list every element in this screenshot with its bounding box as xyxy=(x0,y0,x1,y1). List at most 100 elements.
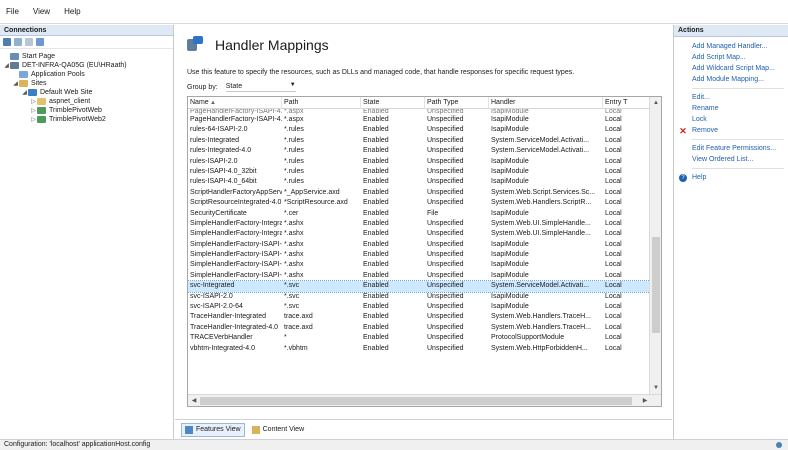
table-cell: Local xyxy=(605,271,622,279)
action-icon-spacer xyxy=(678,155,688,165)
vertical-scrollbar[interactable]: ▲ ▼ xyxy=(649,97,661,394)
group-by-select[interactable]: State ▼ xyxy=(225,82,296,92)
tree-node[interactable]: ▷ TrimblePivotWeb xyxy=(0,106,173,115)
action-remove[interactable]: ✕ Remove xyxy=(674,125,788,136)
tree-node[interactable]: ▷ TrimblePivotWeb2 xyxy=(0,115,173,124)
tree-node[interactable]: ▷ aspnet_client xyxy=(0,97,173,106)
table-row[interactable]: TRACEVerbHandler * Enabled Unspecified Proto… xyxy=(188,333,650,343)
action-label: Edit... xyxy=(692,94,710,101)
menu-help[interactable]: Help xyxy=(64,7,80,16)
table-cell: Local xyxy=(605,147,622,155)
table-row[interactable]: SimpleHandlerFactory-ISAPI-4... *.ashx Ena… xyxy=(188,260,650,270)
table-row[interactable]: SimpleHandlerFactory-ISAPI-2.0 *.ashx Enab… xyxy=(188,240,650,250)
table-cell: Local xyxy=(605,261,622,269)
column-header-path-type[interactable]: Path Type xyxy=(425,97,489,109)
column-header-name[interactable]: Name ▲ xyxy=(188,97,282,109)
table-cell: Unspecified xyxy=(427,126,464,134)
actions-panel: Actions Add Managed Handler... Add Script… xyxy=(673,25,788,439)
column-header-handler[interactable]: Handler xyxy=(489,97,603,109)
action-edit-feature-permissions[interactable]: Edit Feature Permissions... xyxy=(674,143,788,154)
tree-node[interactable]: ◢ Sites xyxy=(0,79,173,88)
table-cell: IsapiModule xyxy=(491,271,529,279)
connect-icon[interactable] xyxy=(3,38,11,46)
expand-toggle-icon[interactable]: ▷ xyxy=(30,107,37,114)
horizontal-scrollbar[interactable]: ◀ ▶ xyxy=(188,394,661,406)
column-header-entry-type[interactable]: Entry T xyxy=(603,97,650,109)
save-icon[interactable] xyxy=(14,38,22,46)
tab-content-view[interactable]: Content View xyxy=(249,424,308,436)
action-help[interactable]: ? Help xyxy=(674,172,788,183)
tree-node[interactable]: ◢ Default Web Site xyxy=(0,88,173,97)
table-cell: Unspecified xyxy=(427,251,464,259)
scroll-down-icon[interactable]: ▼ xyxy=(650,382,661,394)
table-cell: Unspecified xyxy=(427,292,464,300)
expand-toggle-icon[interactable]: ▷ xyxy=(30,98,37,105)
action-rename[interactable]: Rename xyxy=(674,103,788,114)
table-row[interactable]: SimpleHandlerFactory-Integra... *.ashx Ena… xyxy=(188,219,650,229)
connections-tree: Start Page ◢ DET-INFRA-QA05G (EU\HRaath) Ap… xyxy=(0,49,173,124)
connect-server-icon[interactable] xyxy=(36,38,44,46)
table-cell: Enabled xyxy=(363,251,389,259)
table-cell: SimpleHandlerFactory-ISAPI-2... xyxy=(190,251,282,259)
table-cell: Unspecified xyxy=(427,230,464,238)
table-cell: Local xyxy=(605,209,622,217)
table-row[interactable]: TraceHandler-Integrated trace.axd Enabled U… xyxy=(188,312,650,322)
column-header-state[interactable]: State xyxy=(361,97,425,109)
table-row[interactable]: SimpleHandlerFactory-Integra... *.ashx Ena… xyxy=(188,229,650,239)
table-row[interactable]: rules-Integrated *.rules Enabled Unspecifie… xyxy=(188,136,650,146)
table-cell: ProtocolSupportModule xyxy=(491,334,565,342)
action-add-module-mapping[interactable]: Add Module Mapping... xyxy=(674,74,788,85)
action-add-wildcard-script-map[interactable]: Add Wildcard Script Map... xyxy=(674,63,788,74)
scroll-up-icon[interactable]: ▲ xyxy=(650,97,661,109)
action-add-managed-handler[interactable]: Add Managed Handler... xyxy=(674,41,788,52)
table-row[interactable]: SimpleHandlerFactory-ISAPI-4... *.ashx Ena… xyxy=(188,271,650,281)
tree-node-label: Start Page xyxy=(22,53,56,60)
table-row[interactable]: SimpleHandlerFactory-ISAPI-2... *.ashx Ena… xyxy=(188,250,650,260)
table-row[interactable]: ScriptHandlerFactoryAppServi... *_AppServ… xyxy=(188,188,650,198)
table-row[interactable]: rules-ISAPI-4.0_32bit *.rules Enabled Unspe… xyxy=(188,167,650,177)
menu-view[interactable]: View xyxy=(33,7,50,16)
table-row[interactable]: svc-ISAPI-2.0-64 *.svc Enabled Unspecified I… xyxy=(188,302,650,312)
expand-toggle-icon[interactable]: ▷ xyxy=(30,116,37,123)
table-row[interactable]: rules-ISAPI-2.0 *.rules Enabled Unspecified… xyxy=(188,157,650,167)
expand-toggle-icon[interactable]: ◢ xyxy=(21,89,28,96)
table-cell: *.ashx xyxy=(284,271,304,279)
scroll-right-icon[interactable]: ▶ xyxy=(640,395,650,406)
tree-node[interactable]: ◢ DET-INFRA-QA05G (EU\HRaath) xyxy=(0,61,173,70)
table-cell: Local xyxy=(605,323,622,331)
table-cell: Enabled xyxy=(363,126,389,134)
action-view-ordered-list[interactable]: View Ordered List... xyxy=(674,154,788,165)
horizontal-scroll-thumb[interactable] xyxy=(200,397,632,405)
table-row[interactable]: rules-64-ISAPI-2.0 *.rules Enabled Unspecif… xyxy=(188,125,650,135)
table-cell: Local xyxy=(605,303,622,311)
column-header-path[interactable]: Path xyxy=(282,97,361,109)
action-add-script-map[interactable]: Add Script Map... xyxy=(674,52,788,63)
table-cell: Unspecified xyxy=(427,167,464,175)
table-row[interactable]: ScriptResourceIntegrated-4.0 *ScriptResou… xyxy=(188,198,650,208)
table-row[interactable]: svc-Integrated *.svc Enabled Unspecified Sys… xyxy=(188,280,651,293)
tree-node-label: Default Web Site xyxy=(40,89,93,96)
scroll-thumb[interactable] xyxy=(652,237,660,333)
table-cell: Local xyxy=(605,136,622,144)
table-row[interactable]: rules-ISAPI-4.0_64bit *.rules Enabled Unspe… xyxy=(188,177,650,187)
scroll-left-icon[interactable]: ◀ xyxy=(189,395,199,406)
menu-file[interactable]: File xyxy=(6,7,19,16)
tree-node[interactable]: Start Page xyxy=(0,52,173,61)
table-row[interactable]: svc-ISAPI-2.0 *.svc Enabled Unspecified Isap… xyxy=(188,292,650,302)
expand-toggle-icon[interactable]: ◢ xyxy=(3,62,10,69)
table-cell: Enabled xyxy=(363,334,389,342)
refresh-icon[interactable] xyxy=(25,38,33,46)
table-cell: svc-Integrated xyxy=(190,282,235,290)
table-row[interactable]: TraceHandler-Integrated-4.0 trace.axd Enab… xyxy=(188,323,650,333)
table-row[interactable]: SecurityCertificate *.cer Enabled File Isapi… xyxy=(188,209,650,219)
expand-toggle-icon[interactable]: ◢ xyxy=(12,80,19,87)
table-row[interactable]: vbhtm-Integrated-4.0 *.vbhtm Enabled Unspec… xyxy=(188,344,650,354)
table-row[interactable]: PageHandlerFactory-ISAPI-4.0...*.aspx Ena… xyxy=(188,115,650,125)
page-description: Use this feature to specify the resource… xyxy=(187,69,575,76)
tab-features-view[interactable]: Features View xyxy=(181,422,245,437)
table-cell: Unspecified xyxy=(427,178,464,186)
table-row[interactable]: rules-Integrated-4.0 *.rules Enabled Unspec… xyxy=(188,146,650,156)
action-edit[interactable]: Edit... xyxy=(674,92,788,103)
action-lock[interactable]: Lock xyxy=(674,114,788,125)
tree-node[interactable]: Application Pools xyxy=(0,70,173,79)
